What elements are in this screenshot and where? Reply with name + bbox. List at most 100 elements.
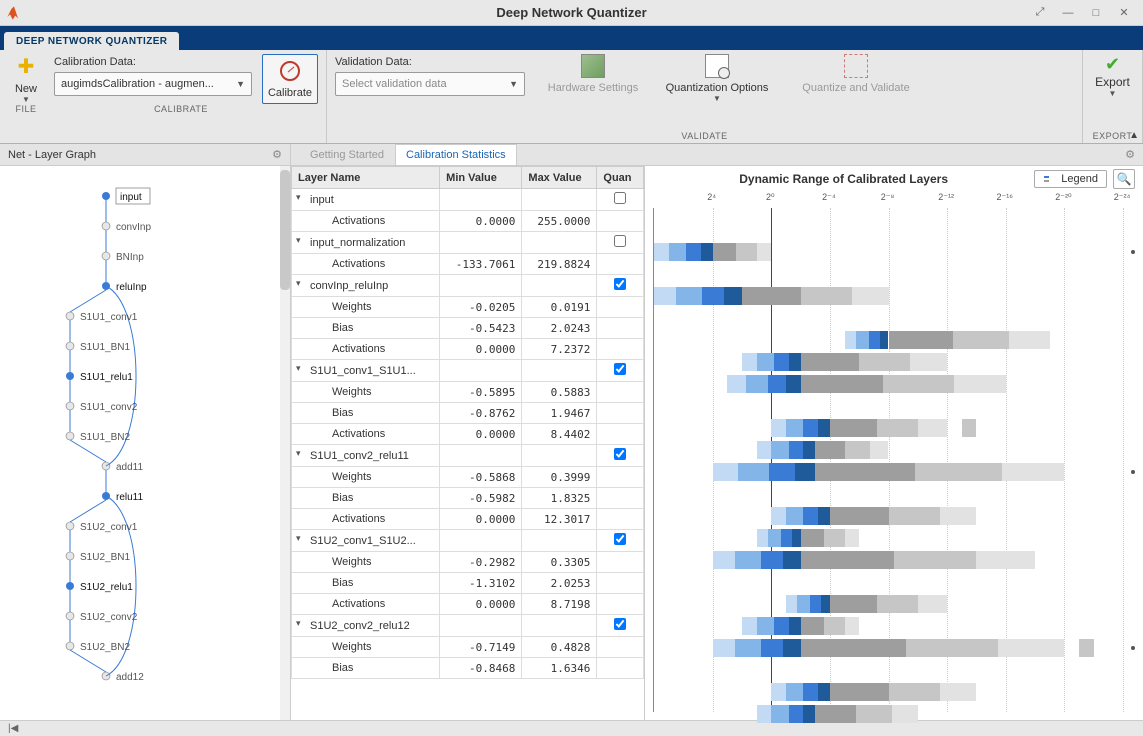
table-row[interactable]: Activations0.000012.3017 — [292, 509, 644, 530]
table-row[interactable]: Bias-0.59821.8325 — [292, 488, 644, 509]
calibration-data-select[interactable]: augimdsCalibration - augmen... ▼ — [54, 72, 252, 96]
hardware-icon — [581, 54, 605, 78]
collapse-icon[interactable]: |◀ — [8, 723, 18, 734]
quantize-checkbox[interactable] — [614, 278, 626, 290]
table-row[interactable]: Bias-1.31022.0253 — [292, 573, 644, 594]
window-restore-down-icon[interactable]: ⤢ — [1027, 3, 1053, 23]
layer-graph-title: Net - Layer Graph — [8, 149, 96, 161]
file-section-caption: FILE — [8, 104, 44, 114]
chart-title: Dynamic Range of Calibrated Layers — [739, 172, 948, 186]
title-bar: Deep Network Quantizer ⤢ — □ ✕ — [0, 0, 1143, 26]
tab-calibration-statistics[interactable]: Calibration Statistics — [395, 144, 517, 165]
checkmark-icon: ✔ — [1105, 54, 1120, 75]
quantize-checkbox[interactable] — [614, 448, 626, 460]
svg-text:S1U2_conv2: S1U2_conv2 — [80, 612, 138, 623]
hardware-settings-button[interactable]: Hardware Settings — [543, 54, 643, 94]
zoom-button[interactable]: 🔍 — [1113, 169, 1135, 189]
calibrate-section-caption: CALIBRATE — [44, 104, 318, 114]
quantization-options-button[interactable]: Quantization Options ▼ — [657, 54, 777, 103]
svg-text:reluInp: reluInp — [116, 282, 147, 293]
chevron-down-icon: ▼ — [22, 95, 30, 104]
chevron-down-icon: ▼ — [509, 79, 518, 89]
svg-text:S1U2_conv1: S1U2_conv1 — [80, 522, 138, 533]
quantize-checkbox[interactable] — [614, 363, 626, 375]
new-button[interactable]: ✚ New ▼ — [8, 54, 44, 104]
export-button[interactable]: ✔ Export ▼ — [1095, 54, 1130, 98]
window-minimize-icon[interactable]: — — [1055, 3, 1081, 23]
export-section-caption: EXPORT — [1091, 131, 1134, 141]
quantize-checkbox[interactable] — [614, 533, 626, 545]
svg-text:S1U1_conv2: S1U1_conv2 — [80, 402, 138, 413]
col-header[interactable]: Min Value — [440, 167, 522, 189]
table-row[interactable]: Weights-0.58950.5883 — [292, 382, 644, 403]
calibrate-button[interactable]: Calibrate — [262, 54, 318, 104]
window-close-icon[interactable]: ✕ — [1111, 3, 1137, 23]
svg-text:S1U1_BN2: S1U1_BN2 — [80, 432, 130, 443]
col-header[interactable]: Layer Name — [292, 167, 440, 189]
chart-bars — [653, 208, 1123, 712]
graph-scrollbar[interactable] — [280, 166, 290, 720]
quantize-checkbox[interactable] — [614, 235, 626, 247]
calibration-table-wrap[interactable]: Layer NameMin ValueMax ValueQuan inputAc… — [291, 166, 645, 720]
legend-icon — [1043, 173, 1057, 185]
dynamic-range-chart: Dynamic Range of Calibrated Layers Legen… — [645, 166, 1143, 720]
table-row[interactable]: S1U2_conv1_S1U2... — [292, 530, 644, 552]
document-tab[interactable]: DEEP NETWORK QUANTIZER — [4, 32, 179, 50]
svg-text:input: input — [120, 192, 142, 203]
table-row[interactable]: Weights-0.29820.3305 — [292, 552, 644, 573]
validation-data-select[interactable]: Select validation data ▼ — [335, 72, 525, 96]
table-row[interactable]: input_normalization — [292, 232, 644, 254]
table-row[interactable]: S1U1_conv2_relu11 — [292, 445, 644, 467]
table-row[interactable]: Activations0.00008.4402 — [292, 424, 644, 445]
svg-text:S1U1_relu1: S1U1_relu1 — [80, 372, 133, 383]
tab-getting-started[interactable]: Getting Started — [299, 144, 395, 165]
chevron-down-icon: ▼ — [713, 94, 721, 103]
main-area: Net - Layer Graph ⚙ inputconvInpBNInprel… — [0, 144, 1143, 720]
chevron-down-icon: ▼ — [1109, 89, 1117, 98]
quantize-validate-button[interactable]: Quantize and Validate — [791, 54, 921, 94]
table-row[interactable]: Bias-0.54232.0243 — [292, 318, 644, 339]
ribbon: ✚ New ▼ Calibration Data: augimdsCalibra… — [0, 50, 1143, 144]
col-header[interactable]: Quan — [597, 167, 644, 189]
window-maximize-icon[interactable]: □ — [1083, 3, 1109, 23]
matlab-icon — [6, 5, 22, 21]
chart-axis: 2⁴2⁰2⁻⁴2⁻⁸2⁻¹²2⁻¹⁶2⁻²⁰2⁻²⁴ — [653, 192, 1123, 208]
svg-text:S1U2_relu1: S1U2_relu1 — [80, 582, 133, 593]
quantize-checkbox[interactable] — [614, 192, 626, 204]
chevron-down-icon: ▼ — [236, 79, 245, 89]
table-row[interactable]: S1U1_conv1_S1U1... — [292, 360, 644, 382]
table-row[interactable]: Bias-0.84681.6346 — [292, 658, 644, 679]
table-row[interactable]: Weights-0.02050.0191 — [292, 297, 644, 318]
calibration-table: Layer NameMin ValueMax ValueQuan inputAc… — [291, 166, 644, 679]
svg-text:add11: add11 — [116, 462, 144, 473]
table-row[interactable]: Activations0.00008.7198 — [292, 594, 644, 615]
table-row[interactable]: S1U2_conv2_relu12 — [292, 615, 644, 637]
gauge-icon — [280, 61, 300, 81]
table-row[interactable]: Activations0.0000255.0000 — [292, 211, 644, 232]
table-row[interactable]: Weights-0.71490.4828 — [292, 637, 644, 658]
table-row[interactable]: Activations0.00007.2372 — [292, 339, 644, 360]
document-tab-strip: DEEP NETWORK QUANTIZER — [0, 26, 1143, 50]
plus-icon: ✚ — [18, 54, 35, 79]
table-row[interactable]: Weights-0.58680.3999 — [292, 467, 644, 488]
magnifier-icon: 🔍 — [1117, 172, 1132, 186]
col-header[interactable]: Max Value — [522, 167, 597, 189]
gear-icon[interactable]: ⚙ — [1125, 148, 1135, 161]
gear-icon[interactable]: ⚙ — [272, 148, 282, 161]
minimize-ribbon-icon[interactable]: ▲ — [1129, 130, 1139, 141]
layer-graph-panel: Net - Layer Graph ⚙ inputconvInpBNInprel… — [0, 144, 291, 720]
quant-validate-icon — [844, 54, 868, 78]
legend-button[interactable]: Legend — [1034, 170, 1107, 188]
quantize-checkbox[interactable] — [614, 618, 626, 630]
table-row[interactable]: convInp_reluInp — [292, 275, 644, 297]
svg-text:add12: add12 — [116, 672, 144, 683]
svg-text:BNInp: BNInp — [116, 252, 144, 263]
table-row[interactable]: Activations-133.7061219.8824 — [292, 254, 644, 275]
window-title: Deep Network Quantizer — [496, 5, 646, 20]
table-row[interactable]: input — [292, 189, 644, 211]
results-panel: Getting Started Calibration Statistics ⚙… — [291, 144, 1143, 720]
layer-graph-canvas[interactable]: inputconvInpBNInpreluInpS1U1_conv1S1U1_B… — [0, 166, 290, 720]
table-row[interactable]: Bias-0.87621.9467 — [292, 403, 644, 424]
validate-section-caption: VALIDATE — [335, 131, 1074, 141]
svg-text:S1U1_conv1: S1U1_conv1 — [80, 312, 138, 323]
